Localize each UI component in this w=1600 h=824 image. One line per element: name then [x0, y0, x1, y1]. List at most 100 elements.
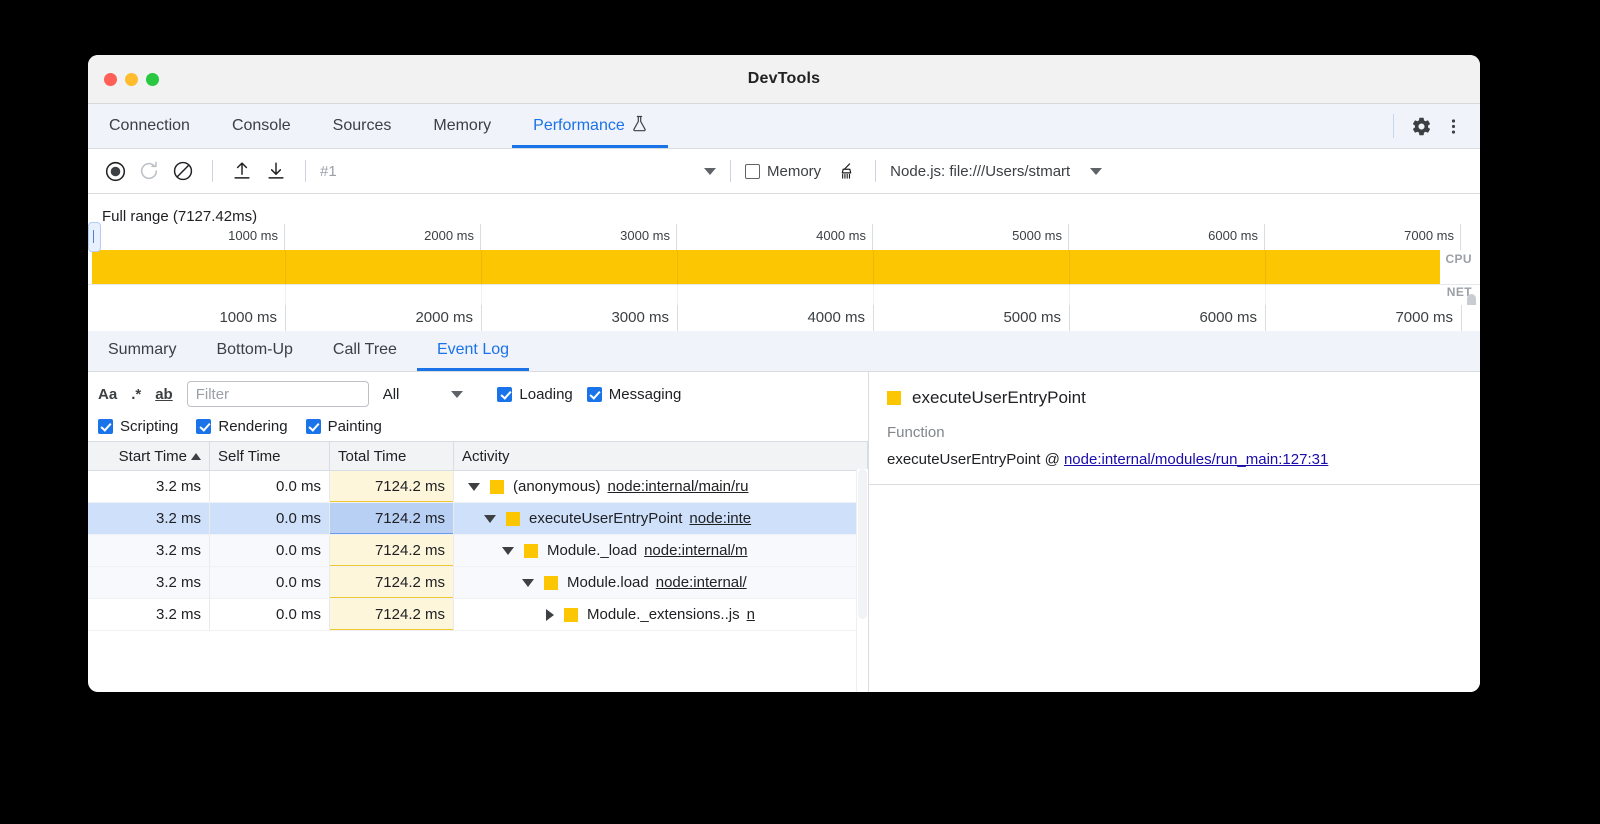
overview-ruler-top: 1000 ms 2000 ms 3000 ms 4000 ms 5000 ms … — [88, 224, 1480, 251]
toolbar-divider-2 — [305, 160, 306, 182]
cell-activity: Module._load node:internal/m — [454, 535, 868, 566]
category-color-swatch — [524, 544, 538, 558]
target-selector-label[interactable]: Node.js: file:///Users/stmart — [890, 163, 1070, 180]
tab-connection-label: Connection — [109, 117, 190, 135]
activity-url[interactable]: node:internal/main/ru — [608, 478, 749, 495]
cpu-band-label: CPU — [1443, 252, 1474, 266]
filter-row-secondary: Scripting Rendering Painting — [98, 418, 858, 435]
category-painting[interactable]: Painting — [306, 418, 382, 435]
toolbar-divider-4 — [875, 160, 876, 182]
category-scripting-label: Scripting — [120, 418, 178, 435]
column-header-start-time[interactable]: Start Time — [88, 442, 210, 470]
tab-summary[interactable]: Summary — [88, 329, 196, 371]
expand-triangle-icon[interactable] — [468, 483, 480, 491]
event-detail-stack-link[interactable]: node:internal/modules/run_main:127:31 — [1064, 451, 1328, 468]
table-row[interactable]: 3.2 ms 0.0 ms 7124.2 ms (anonymous) node… — [88, 471, 868, 503]
target-caret-down-icon[interactable] — [1090, 168, 1102, 175]
tab-event-log[interactable]: Event Log — [417, 329, 529, 371]
tab-connection[interactable]: Connection — [88, 104, 211, 148]
tab-performance[interactable]: Performance — [512, 104, 668, 148]
expand-triangle-icon[interactable] — [502, 547, 514, 555]
reload-icon[interactable] — [134, 156, 164, 186]
activity-name: Module._load — [547, 542, 637, 559]
activity-url[interactable]: node:inte — [689, 510, 751, 527]
download-arrow-icon[interactable] — [261, 156, 291, 186]
column-header-self-time-label: Self Time — [218, 448, 281, 465]
category-color-swatch — [887, 391, 901, 405]
column-header-self-time[interactable]: Self Time — [210, 442, 330, 470]
column-header-activity[interactable]: Activity — [454, 442, 868, 470]
cell-self-time: 0.0 ms — [210, 567, 330, 598]
tab-console[interactable]: Console — [211, 104, 312, 148]
window-titlebar: DevTools — [88, 55, 1480, 104]
table-row[interactable]: 3.2 ms 0.0 ms 7124.2 ms Module._extensio… — [88, 599, 868, 631]
clear-prohibited-icon[interactable] — [168, 156, 198, 186]
tab-memory[interactable]: Memory — [412, 104, 512, 148]
ruler-top-tick: 2000 ms — [285, 224, 481, 250]
table-scrollbar[interactable] — [856, 469, 868, 692]
table-row[interactable]: 3.2 ms 0.0 ms 7124.2 ms Module.load node… — [88, 567, 868, 599]
range-handle-left[interactable] — [88, 222, 101, 252]
caret-down-icon[interactable] — [704, 168, 716, 175]
event-detail-stack-row: executeUserEntryPoint @ node:internal/mo… — [887, 451, 1462, 468]
cell-self-time: 0.0 ms — [210, 471, 330, 502]
column-header-total-time[interactable]: Total Time — [330, 442, 454, 470]
match-case-button[interactable]: Aa — [98, 386, 117, 403]
column-header-start-time-label: Start Time — [119, 448, 187, 465]
memory-checkbox[interactable]: Memory — [745, 163, 821, 180]
tab-bottom-up[interactable]: Bottom-Up — [196, 329, 312, 371]
table-scrollbar-thumb[interactable] — [858, 469, 867, 619]
expand-triangle-icon[interactable] — [522, 579, 534, 587]
regex-button[interactable]: .* — [131, 386, 141, 403]
timeline-overview[interactable]: 1000 ms 2000 ms 3000 ms 4000 ms 5000 ms … — [88, 224, 1480, 328]
category-messaging[interactable]: Messaging — [587, 386, 682, 403]
tabstrip-actions — [1383, 104, 1480, 148]
activity-name: executeUserEntryPoint — [529, 510, 682, 527]
category-painting-label: Painting — [328, 418, 382, 435]
ruler-top-tick: 3000 ms — [481, 224, 677, 250]
activity-url[interactable]: node:internal/ — [656, 574, 747, 591]
collapse-triangle-icon[interactable] — [546, 609, 554, 621]
activity-url[interactable]: node:internal/m — [644, 542, 747, 559]
activity-name: (anonymous) — [513, 478, 601, 495]
ruler-bottom-tick: 7000 ms — [1266, 305, 1462, 331]
more-vertical-icon[interactable] — [1438, 111, 1468, 141]
tab-performance-label: Performance — [533, 117, 625, 135]
category-scripting[interactable]: Scripting — [98, 418, 178, 435]
duration-filter-value[interactable]: All — [383, 386, 400, 403]
record-circle-icon[interactable] — [100, 156, 130, 186]
cell-self-time: 0.0 ms — [210, 535, 330, 566]
cpu-activity-bar — [92, 250, 1440, 284]
overview-ruler-bottom: 1000 ms 2000 ms 3000 ms 4000 ms 5000 ms … — [88, 305, 1480, 331]
category-rendering[interactable]: Rendering — [196, 418, 287, 435]
whole-word-button[interactable]: ab — [155, 386, 173, 403]
tab-call-tree[interactable]: Call Tree — [313, 329, 417, 371]
profile-selector-value[interactable]: #1 — [320, 163, 700, 180]
ruler-bottom-tick: 2000 ms — [286, 305, 482, 331]
tab-sources[interactable]: Sources — [312, 104, 413, 148]
cell-start-time: 3.2 ms — [88, 567, 210, 598]
panel-tabstrip: Connection Console Sources Memory Perfor… — [88, 104, 1480, 149]
net-band: NET — [88, 284, 1480, 306]
activity-name: Module._extensions..js — [587, 606, 740, 623]
devtools-window: DevTools Connection Console Sources Memo… — [88, 55, 1480, 692]
cell-total-time: 7124.2 ms — [330, 567, 454, 598]
performance-toolbar: #1 Memory Node.js: file:///Users/stmart — [88, 149, 1480, 194]
category-color-swatch — [506, 512, 520, 526]
broom-icon[interactable] — [831, 156, 861, 186]
table-row[interactable]: 3.2 ms 0.0 ms 7124.2 ms executeUserEntry… — [88, 503, 868, 535]
category-loading[interactable]: Loading — [497, 386, 572, 403]
full-range-label: Full range (7127.42ms) — [88, 194, 1480, 224]
tab-console-label: Console — [232, 117, 291, 135]
table-row[interactable]: 3.2 ms 0.0 ms 7124.2 ms Module._load nod… — [88, 535, 868, 567]
upload-arrow-icon[interactable] — [227, 156, 257, 186]
duration-caret-down-icon[interactable] — [451, 391, 463, 398]
gear-icon[interactable] — [1406, 111, 1436, 141]
filter-input[interactable] — [187, 381, 369, 407]
ruler-bottom-tick: 4000 ms — [678, 305, 874, 331]
activity-url[interactable]: n — [747, 606, 755, 623]
ruler-bottom-tick: 1000 ms — [88, 305, 286, 331]
ruler-top-tick: 7000 ms — [1265, 224, 1461, 250]
expand-triangle-icon[interactable] — [484, 515, 496, 523]
match-case-label: Aa — [98, 386, 117, 403]
